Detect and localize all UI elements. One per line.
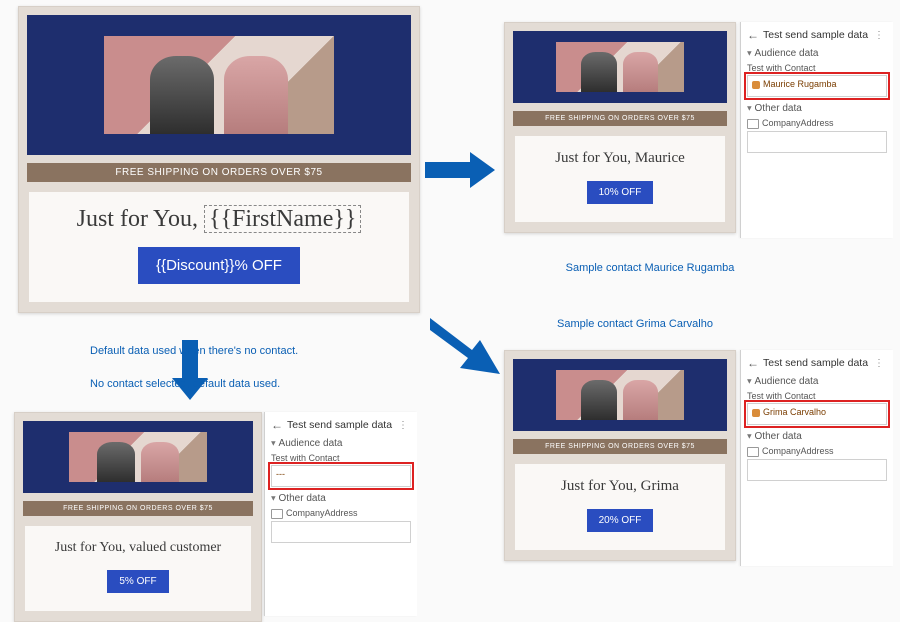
shipping-bar: FREE SHIPPING ON ORDERS OVER $75: [513, 111, 727, 126]
more-icon[interactable]: ⋮: [871, 30, 887, 41]
company-label: CompanyAddress: [747, 446, 887, 457]
headline: Just for You, Maurice: [521, 150, 719, 167]
headline: Just for You, valued customer: [31, 540, 245, 556]
arrow-diag-icon: [430, 310, 510, 380]
email-body: Just for You, {{FirstName}} {{Discount}}…: [29, 192, 409, 302]
chevron-down-icon: ▸: [744, 379, 755, 384]
other-label: Other data: [755, 431, 802, 442]
headline: Just for You, {{FirstName}}: [35, 206, 403, 233]
hero-banner: [513, 359, 727, 431]
person-figure: [224, 56, 289, 134]
audience-label: Audience data: [755, 48, 819, 59]
arrow-right-icon: [425, 150, 497, 190]
panel-title: Test send sample data: [763, 29, 871, 41]
person-figure: [581, 52, 617, 92]
discount-button[interactable]: {{Discount}}% OFF: [138, 247, 300, 284]
test-contact-label: Test with Contact: [747, 391, 887, 401]
resolved-name: Maurice: [635, 150, 685, 166]
company-icon: [271, 509, 283, 519]
other-section[interactable]: ▸Other data: [747, 103, 887, 114]
discount-button[interactable]: 20% OFF: [587, 509, 654, 532]
person-figure: [141, 442, 180, 482]
email-template-card: FREE SHIPPING ON ORDERS OVER $75 Just fo…: [18, 6, 420, 313]
headline-prefix: Just for You,: [555, 150, 635, 166]
other-label: Other data: [755, 103, 802, 114]
shipping-bar: FREE SHIPPING ON ORDERS OVER $75: [513, 439, 727, 454]
other-label: Other data: [279, 493, 326, 504]
discount-button[interactable]: 5% OFF: [107, 570, 168, 593]
more-icon[interactable]: ⋮: [395, 420, 411, 431]
audience-section[interactable]: ▸Audience data: [747, 376, 887, 387]
test-contact-field[interactable]: ---: [271, 465, 411, 487]
caption-maurice: Sample contact Maurice Rugamba: [540, 262, 760, 276]
company-label: CompanyAddress: [747, 118, 887, 129]
headline-prefix: Just for You,: [561, 478, 641, 494]
headline: Just for You, Grima: [521, 478, 719, 495]
test-send-panel: ← Test send sample data ⋮ ▸Audience data…: [740, 22, 893, 238]
shipping-bar: FREE SHIPPING ON ORDERS OVER $75: [27, 163, 411, 182]
test-send-panel: ← Test send sample data ⋮ ▸Audience data…: [264, 412, 417, 616]
audience-label: Audience data: [279, 438, 343, 449]
person-figure: [581, 380, 617, 420]
company-icon: [747, 119, 759, 129]
back-icon[interactable]: ←: [271, 418, 283, 432]
test-contact-label: Test with Contact: [747, 63, 887, 73]
test-contact-label: Test with Contact: [271, 453, 411, 463]
resolved-name: valued customer: [129, 540, 221, 555]
back-icon[interactable]: ←: [747, 28, 759, 42]
chevron-down-icon: ▸: [268, 441, 279, 446]
test-contact-field[interactable]: Grima Carvalho: [747, 403, 887, 425]
back-icon[interactable]: ←: [747, 356, 759, 370]
audience-label: Audience data: [755, 376, 819, 387]
hero-photo: [69, 432, 207, 482]
preview-grima-card: FREE SHIPPING ON ORDERS OVER $75 Just fo…: [504, 350, 736, 561]
company-field[interactable]: [747, 131, 887, 153]
audience-section[interactable]: ▸Audience data: [271, 438, 411, 449]
headline-prefix: Just for You,: [77, 206, 204, 232]
caption-default-2: No contact selected, default data used.: [90, 378, 280, 392]
panel-title: Test send sample data: [287, 419, 395, 431]
test-contact-field[interactable]: Maurice Rugamba: [747, 75, 887, 97]
hero-photo: [556, 370, 684, 420]
email-body: Just for You, valued customer 5% OFF: [25, 526, 251, 611]
company-field[interactable]: [271, 521, 411, 543]
chevron-down-icon: ▸: [744, 51, 755, 56]
preview-default-card: FREE SHIPPING ON ORDERS OVER $75 Just fo…: [14, 412, 262, 622]
company-icon: [747, 447, 759, 457]
chevron-down-icon: ▸: [744, 434, 755, 439]
headline-prefix: Just for You,: [55, 540, 129, 555]
person-figure: [97, 442, 136, 482]
test-send-panel: ← Test send sample data ⋮ ▸Audience data…: [740, 350, 893, 566]
firstname-token[interactable]: {{FirstName}}: [204, 205, 361, 233]
hero-banner: [513, 31, 727, 103]
caption-default-1: Default data used when there's no contac…: [90, 345, 298, 359]
chevron-down-icon: ▸: [744, 106, 755, 111]
other-section[interactable]: ▸Other data: [747, 431, 887, 442]
more-icon[interactable]: ⋮: [871, 358, 887, 369]
shipping-bar: FREE SHIPPING ON ORDERS OVER $75: [23, 501, 253, 516]
panel-title: Test send sample data: [763, 357, 871, 369]
person-figure: [623, 380, 659, 420]
resolved-name: Grima: [641, 478, 679, 494]
hero-banner: [23, 421, 253, 493]
chevron-down-icon: ▸: [268, 496, 279, 501]
preview-maurice-card: FREE SHIPPING ON ORDERS OVER $75 Just fo…: [504, 22, 736, 233]
caption-grima: Sample contact Grima Carvalho: [525, 318, 745, 332]
hero-photo: [104, 36, 334, 134]
email-body: Just for You, Grima 20% OFF: [515, 464, 725, 550]
person-figure: [150, 56, 215, 134]
other-section[interactable]: ▸Other data: [271, 493, 411, 504]
audience-section[interactable]: ▸Audience data: [747, 48, 887, 59]
person-figure: [623, 52, 659, 92]
company-label: CompanyAddress: [271, 508, 411, 519]
discount-button[interactable]: 10% OFF: [587, 181, 654, 204]
email-body: Just for You, Maurice 10% OFF: [515, 136, 725, 222]
company-field[interactable]: [747, 459, 887, 481]
hero-banner: [27, 15, 411, 155]
hero-photo: [556, 42, 684, 92]
